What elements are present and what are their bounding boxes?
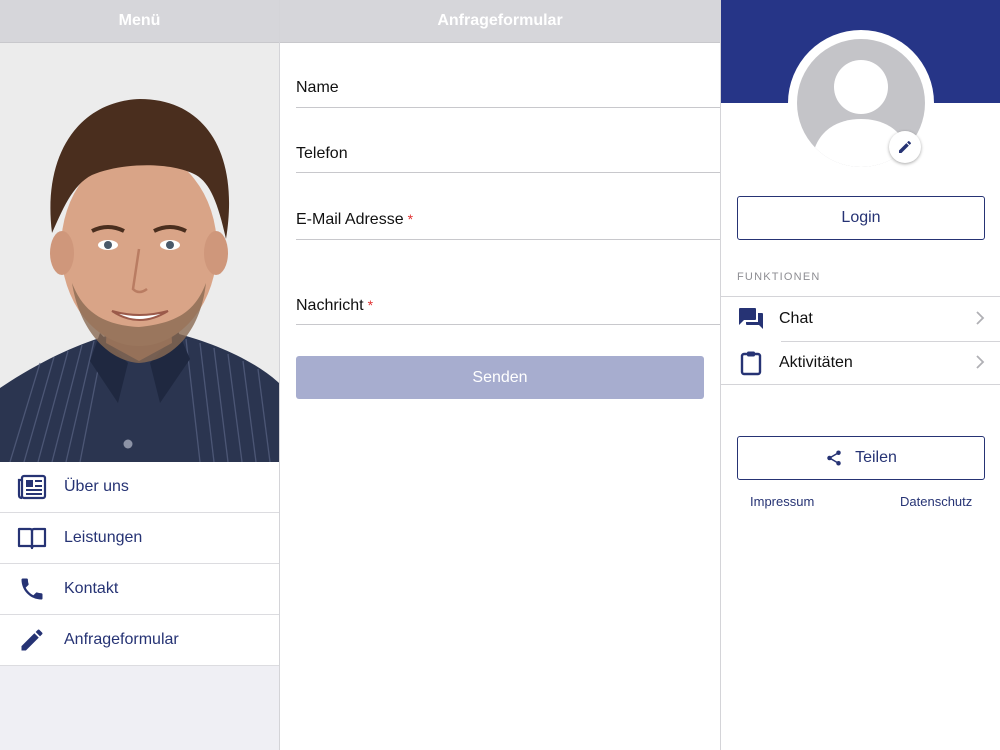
phone-input[interactable] (296, 108, 720, 172)
profile-photo (0, 43, 279, 462)
function-item-chat[interactable]: Chat (721, 297, 1000, 341)
clipboard-icon (738, 350, 764, 376)
edit-pencil-icon (899, 140, 911, 153)
account-panel: Login FUNKTIONEN Chat Aktivitäten Teilen… (720, 0, 1000, 750)
book-icon (17, 523, 47, 553)
name-input[interactable] (296, 43, 720, 107)
menu-item-anfrageformular[interactable]: Anfrageformular (0, 615, 279, 666)
menu-item-kontakt[interactable]: Kontakt (0, 564, 279, 615)
form-header: Anfrageformular (280, 0, 720, 43)
name-field[interactable]: Name (296, 43, 720, 108)
menu-item-leistungen[interactable]: Leistungen (0, 513, 279, 564)
app-root: Menü Über uns Leistungen Kontakt Anfrage… (0, 0, 1000, 750)
menu-header: Menü (0, 0, 279, 43)
chevron-right-icon (976, 355, 985, 369)
login-button[interactable]: Login (737, 196, 985, 240)
chevron-right-icon (976, 311, 985, 325)
chat-icon (738, 306, 764, 332)
share-label: Teilen (855, 449, 897, 466)
function-item-aktivitaeten[interactable]: Aktivitäten (721, 341, 1000, 385)
request-form-panel: Anfrageformular Name Telefon E-Mail Adre… (280, 0, 720, 750)
function-label: Aktivitäten (779, 353, 853, 371)
pencil-icon (17, 625, 47, 655)
phone-field[interactable]: Telefon (296, 108, 720, 173)
email-input[interactable] (296, 173, 720, 239)
privacy-link[interactable]: Datenschutz (900, 494, 972, 509)
functions-section-title: FUNKTIONEN (737, 271, 821, 283)
message-field[interactable]: Nachricht * (296, 240, 720, 325)
send-button[interactable]: Senden (296, 356, 704, 399)
share-icon (827, 450, 841, 466)
side-menu-list: Über uns Leistungen Kontakt Anfrageformu… (0, 462, 279, 666)
menu-item-ueber-uns[interactable]: Über uns (0, 462, 279, 513)
side-menu-panel: Menü Über uns Leistungen Kontakt Anfrage… (0, 0, 280, 750)
function-label: Chat (779, 310, 813, 327)
functions-list: Chat Aktivitäten (721, 296, 1000, 385)
email-field[interactable]: E-Mail Adresse * (296, 173, 720, 240)
message-input[interactable] (296, 240, 720, 324)
share-button[interactable]: Teilen (737, 436, 985, 480)
phone-icon (17, 574, 47, 604)
newspaper-icon (17, 472, 47, 502)
menu-item-label: Kontakt (64, 580, 119, 597)
menu-item-label: Über uns (64, 478, 129, 495)
menu-item-label: Anfrageformular (64, 631, 179, 648)
imprint-link[interactable]: Impressum (750, 494, 814, 509)
edit-avatar-button[interactable] (889, 131, 921, 163)
menu-item-label: Leistungen (64, 529, 143, 546)
